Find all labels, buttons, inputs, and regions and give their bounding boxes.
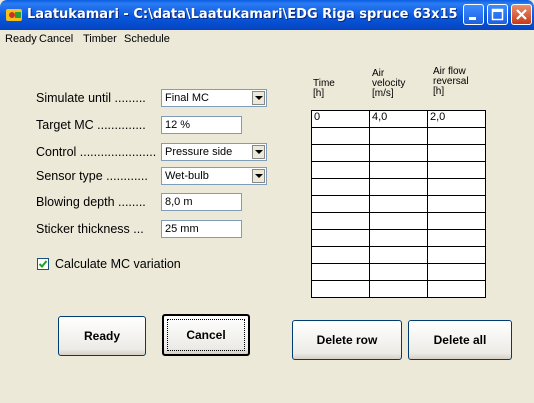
table-cell[interactable] <box>369 178 428 196</box>
table-cell[interactable] <box>427 144 486 162</box>
sticker-thickness-label: Sticker thickness ... <box>36 222 144 236</box>
table-cell[interactable] <box>311 280 370 298</box>
table-cell[interactable] <box>369 195 428 213</box>
table-cell[interactable] <box>311 212 370 230</box>
table-cell[interactable] <box>311 144 370 162</box>
table-cell[interactable] <box>369 263 428 281</box>
maximize-icon <box>491 8 504 21</box>
simulate-until-select[interactable]: Final MC <box>161 89 267 107</box>
sensor-type-label: Sensor type ............ <box>36 169 148 183</box>
ready-button[interactable]: Ready <box>58 316 146 356</box>
table-cell[interactable] <box>369 212 428 230</box>
table-cell[interactable] <box>369 127 428 145</box>
table-cell[interactable]: 4,0 <box>369 110 428 128</box>
table-cell[interactable] <box>311 161 370 179</box>
chevron-down-icon[interactable] <box>252 91 265 105</box>
table-cell[interactable] <box>427 195 486 213</box>
control-label: Control ...................... <box>36 145 157 159</box>
table-cell[interactable] <box>427 161 486 179</box>
table-cell[interactable] <box>427 229 486 247</box>
app-icon <box>6 9 22 21</box>
blowing-depth-input[interactable]: 8,0 m <box>161 193 242 211</box>
menu-timber[interactable]: Timber <box>83 33 117 45</box>
table-cell[interactable] <box>427 263 486 281</box>
table-row: 0 4,0 2,0 <box>311 110 486 128</box>
chevron-down-icon[interactable] <box>252 145 265 159</box>
table-cell[interactable] <box>427 127 486 145</box>
table-cell[interactable] <box>427 212 486 230</box>
table-row <box>311 195 486 213</box>
menu-ready[interactable]: Ready <box>5 33 37 45</box>
blowing-depth-label: Blowing depth ........ <box>36 195 146 209</box>
title-bar: Laatukamari - C:\data\Laatukamari\EDG Ri… <box>0 0 534 30</box>
table-row <box>311 246 486 264</box>
column-header-time: Time [h] <box>313 78 335 99</box>
table-cell[interactable] <box>369 229 428 247</box>
minimize-icon <box>469 17 476 20</box>
close-button[interactable] <box>511 4 532 25</box>
table-row <box>311 161 486 179</box>
table-cell[interactable]: 0 <box>311 110 370 128</box>
table-cell[interactable]: 2,0 <box>427 110 486 128</box>
table-cell[interactable] <box>369 161 428 179</box>
target-mc-input[interactable]: 12 % <box>161 116 242 134</box>
table-cell[interactable] <box>311 263 370 281</box>
calc-mc-variation-label: Calculate MC variation <box>55 257 181 271</box>
table-row <box>311 127 486 145</box>
table-cell[interactable] <box>311 195 370 213</box>
control-select[interactable]: Pressure side <box>161 143 267 161</box>
table-cell[interactable] <box>369 144 428 162</box>
delete-row-button[interactable]: Delete row <box>292 320 402 360</box>
simulate-until-label: Simulate until ......... <box>36 91 146 105</box>
chevron-down-icon[interactable] <box>252 169 265 183</box>
table-row <box>311 229 486 247</box>
delete-all-button[interactable]: Delete all <box>408 320 512 360</box>
menu-bar: Ready Cancel Timber Schedule <box>0 30 534 50</box>
target-mc-label: Target MC .............. <box>36 118 146 132</box>
table-row <box>311 280 486 298</box>
table-cell[interactable] <box>311 178 370 196</box>
close-icon <box>516 9 527 20</box>
table-cell[interactable] <box>427 280 486 298</box>
table-row <box>311 212 486 230</box>
table-cell[interactable] <box>369 280 428 298</box>
table-cell[interactable] <box>311 229 370 247</box>
calc-mc-variation-checkbox[interactable] <box>37 258 49 270</box>
column-header-air-flow-reversal: Air flow reversal [h] <box>433 66 469 97</box>
table-row <box>311 178 486 196</box>
table-cell[interactable] <box>369 246 428 264</box>
window-title: Laatukamari - C:\data\Laatukamari\EDG Ri… <box>27 7 457 22</box>
checkmark-icon <box>38 260 48 268</box>
sticker-thickness-input[interactable]: 25 mm <box>161 220 242 238</box>
table-cell[interactable] <box>311 127 370 145</box>
table-cell[interactable] <box>427 178 486 196</box>
schedule-table: 0 4,0 2,0 <box>311 110 486 298</box>
cancel-button[interactable]: Cancel <box>162 314 250 356</box>
table-row <box>311 263 486 281</box>
table-cell[interactable] <box>311 246 370 264</box>
sensor-type-select[interactable]: Wet-bulb <box>161 167 267 185</box>
menu-schedule[interactable]: Schedule <box>124 33 170 45</box>
column-header-air-velocity: Air velocity [m/s] <box>372 68 406 99</box>
minimize-button[interactable] <box>463 4 484 25</box>
maximize-button[interactable] <box>487 4 508 25</box>
table-cell[interactable] <box>427 246 486 264</box>
focus-ring <box>167 319 245 351</box>
table-row <box>311 144 486 162</box>
menu-cancel[interactable]: Cancel <box>39 33 73 45</box>
